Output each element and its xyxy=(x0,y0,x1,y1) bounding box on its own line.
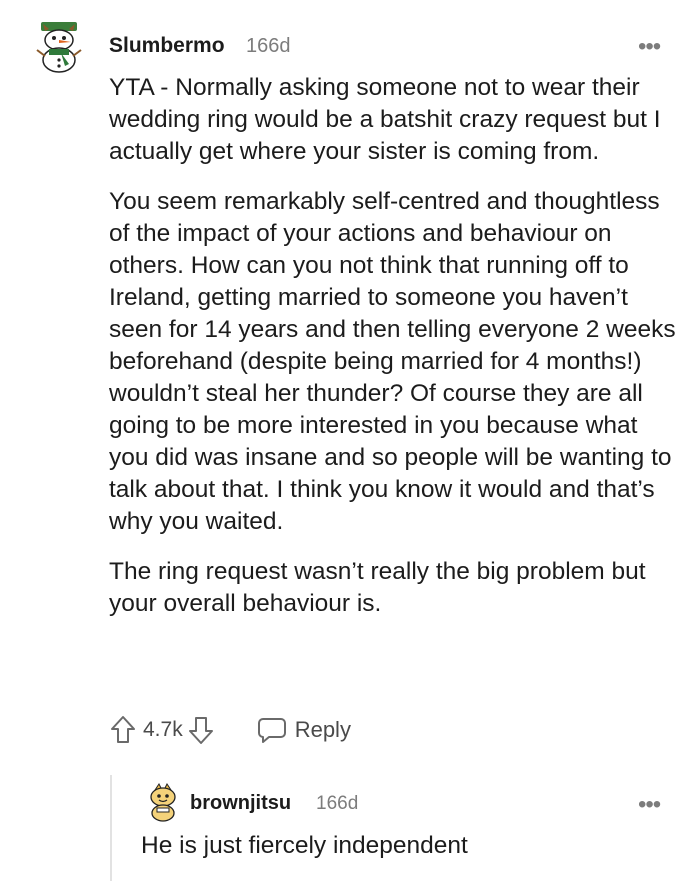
comment-username[interactable]: Slumbermo xyxy=(109,34,225,58)
comment-paragraph: YTA - Normally asking someone not to wea… xyxy=(109,74,661,165)
comment-paragraph: You seem remarkably self-centred and tho… xyxy=(109,188,676,535)
snowman-avatar-icon xyxy=(36,22,82,73)
downvote-button[interactable] xyxy=(187,713,215,747)
upvote-button[interactable] xyxy=(109,713,137,747)
comment-paragraph: The ring request wasn’t really the big p… xyxy=(109,558,646,617)
user-avatar[interactable] xyxy=(31,20,87,76)
reply-username[interactable]: brownjitsu xyxy=(190,792,291,815)
reply-more-options-icon[interactable]: ••• xyxy=(638,791,661,819)
comment-timestamp: 166d xyxy=(246,35,291,57)
more-options-icon[interactable]: ••• xyxy=(638,33,661,61)
snoo-avatar-icon xyxy=(150,783,176,822)
reply-body: He is just fiercely independent xyxy=(141,832,468,859)
upvote-arrow-icon xyxy=(111,716,135,743)
comment-body: YTA - Normally asking someone not to wea… xyxy=(109,72,681,638)
speech-bubble-icon xyxy=(257,718,286,743)
vote-score: 4.7k xyxy=(143,718,183,741)
reply-label: Reply xyxy=(294,717,351,742)
reply-button[interactable]: Reply xyxy=(257,716,351,744)
downvote-arrow-icon xyxy=(188,717,213,744)
reply-timestamp: 166d xyxy=(316,793,359,814)
comment-actions: 4.7k Reply xyxy=(109,710,351,750)
thread-line[interactable] xyxy=(110,775,112,881)
reply-avatar[interactable] xyxy=(143,782,183,822)
